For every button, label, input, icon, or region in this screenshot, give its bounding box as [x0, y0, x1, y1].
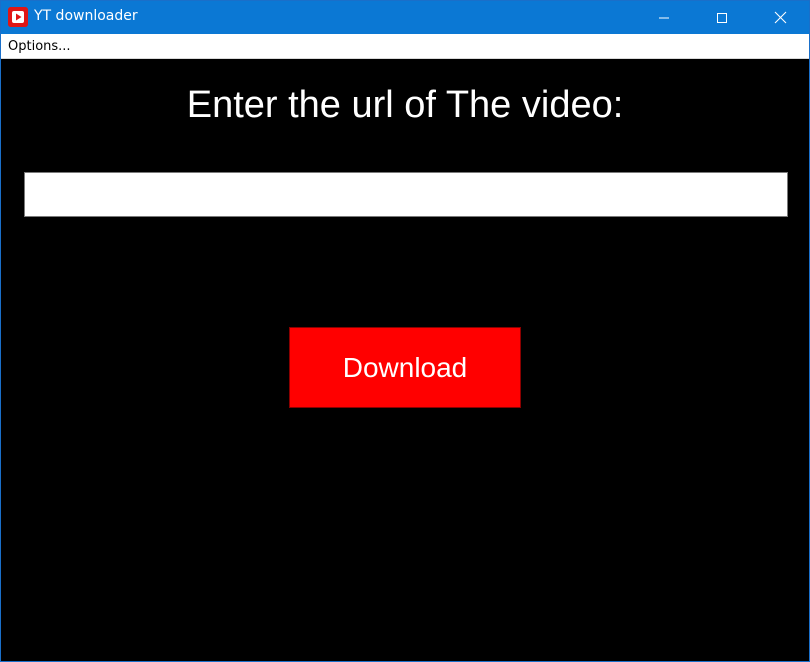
close-icon: [774, 11, 787, 24]
youtube-play-icon: [8, 7, 28, 27]
download-button[interactable]: Download: [289, 327, 521, 408]
title-bar[interactable]: YT downloader: [1, 1, 809, 34]
menu-bar: Options...: [1, 34, 809, 59]
maximize-button[interactable]: [699, 1, 745, 34]
minimize-icon: [658, 12, 670, 24]
page-title: Enter the url of The video:: [186, 84, 624, 126]
maximize-icon: [716, 12, 728, 24]
url-input[interactable]: [24, 172, 788, 217]
main-panel: Enter the url of The video: Download: [1, 59, 809, 661]
app-window: YT downloader Options... Enter the url o…: [0, 0, 810, 662]
minimize-button[interactable]: [641, 1, 687, 34]
close-button[interactable]: [757, 1, 803, 34]
window-title: YT downloader: [34, 8, 138, 24]
menu-item-options[interactable]: Options...: [8, 39, 71, 55]
